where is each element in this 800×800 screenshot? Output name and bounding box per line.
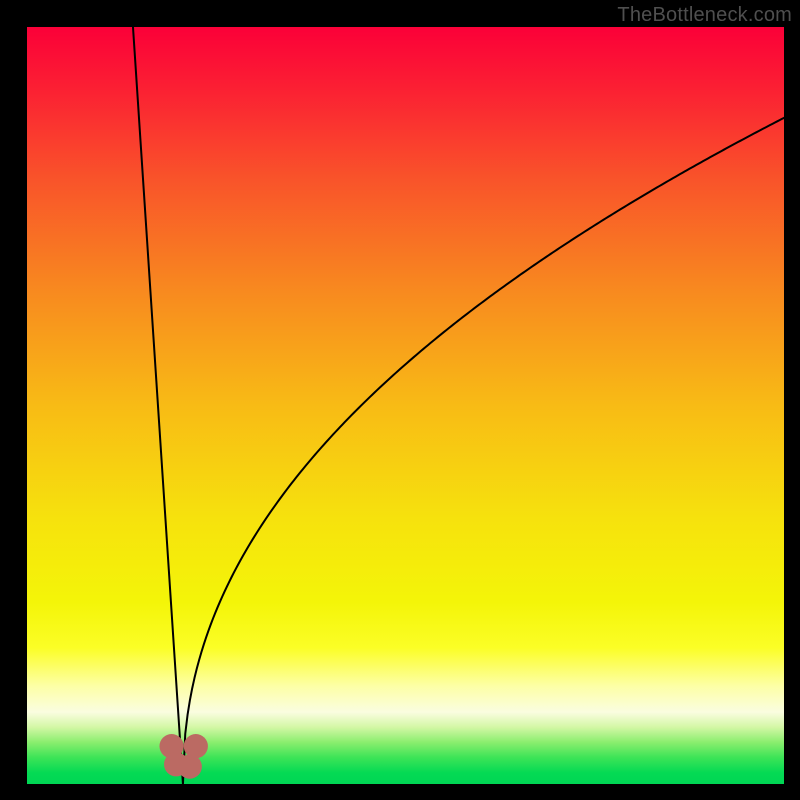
watermark-text: TheBottleneck.com bbox=[617, 4, 792, 27]
plot-area bbox=[27, 27, 784, 784]
chart-svg bbox=[27, 27, 784, 784]
chart-frame: TheBottleneck.com bbox=[0, 0, 800, 800]
